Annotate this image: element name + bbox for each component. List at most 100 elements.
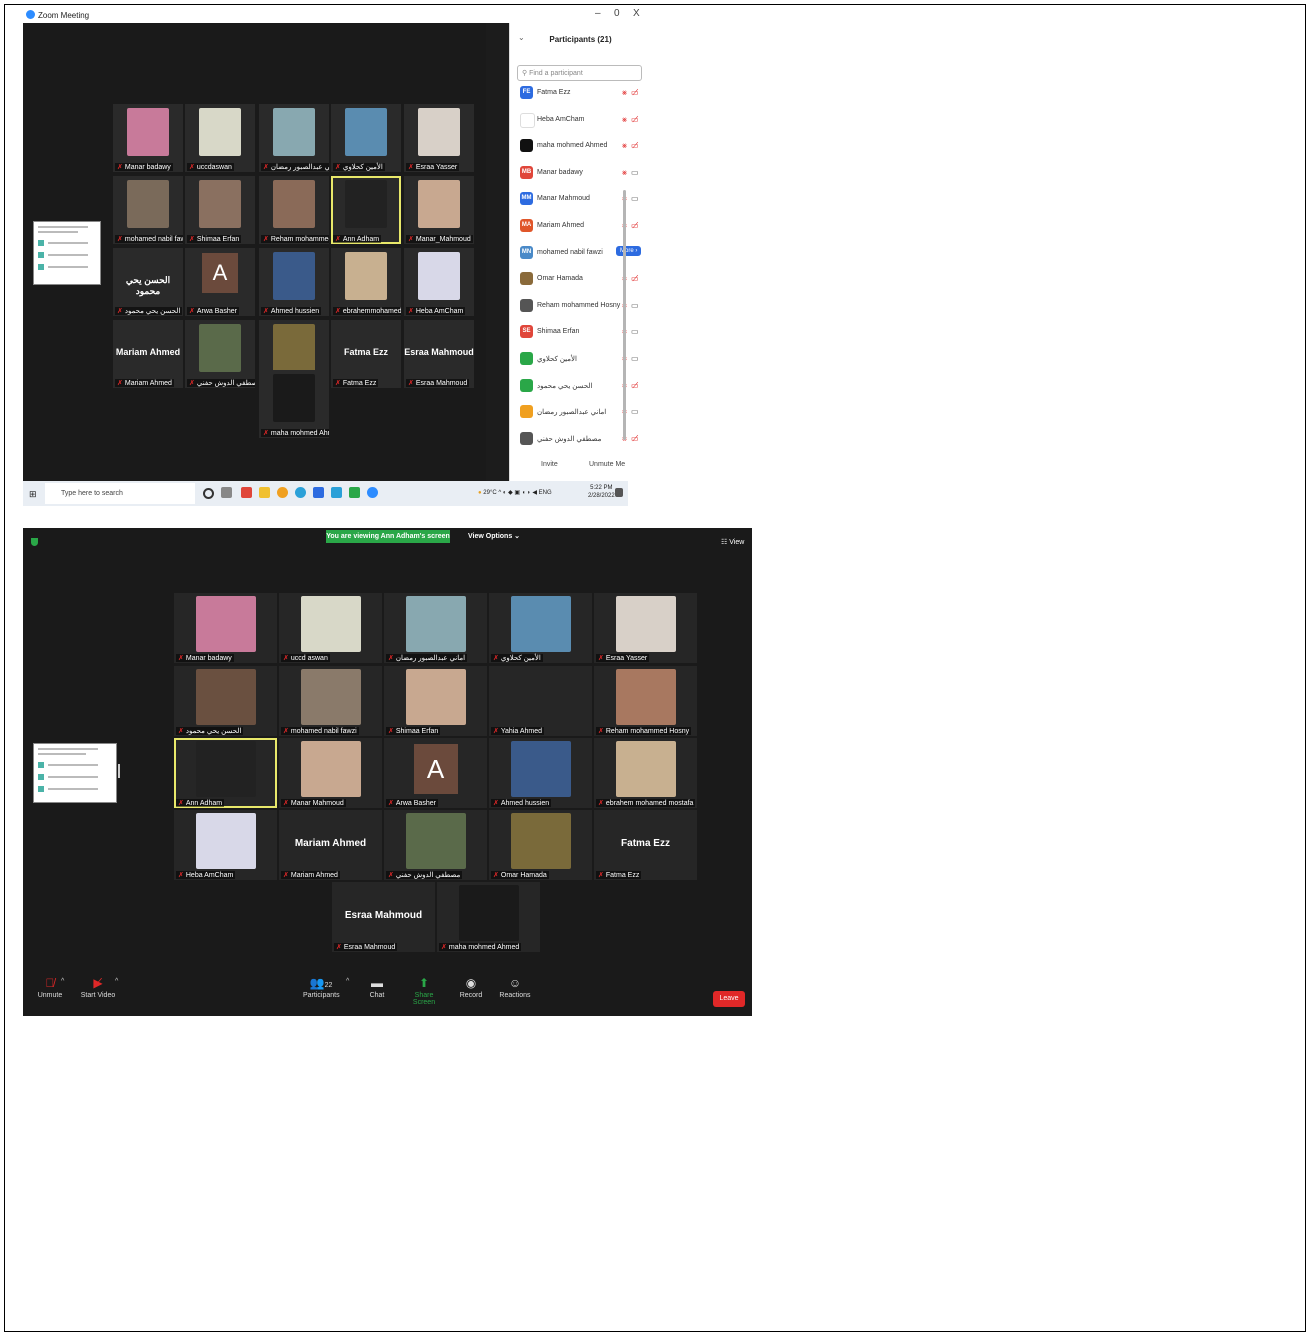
tile-name-label: ✗ الحسن يحي محمود xyxy=(176,727,244,735)
participant-row[interactable]: Heba AmCham ⨳ ▭̸ xyxy=(518,110,643,130)
participant-video xyxy=(273,180,315,228)
participant-row[interactable]: FE Fatma Ezz ⨳ ▭̸ xyxy=(518,83,643,103)
video-tile[interactable]: ✗اماني عبدالصبور رمضان xyxy=(384,593,487,663)
store-icon[interactable] xyxy=(313,487,324,498)
video-tile[interactable]: ✗ Esraa Yasser xyxy=(404,104,474,172)
security-shield-icon[interactable] xyxy=(31,538,38,546)
video-tile[interactable]: A ✗ Arwa Basher xyxy=(185,248,255,316)
video-tile[interactable]: ✗ Manar badawy xyxy=(174,593,277,663)
invite-button[interactable]: Invite xyxy=(541,461,558,468)
video-tile[interactable]: Mariam Ahmed ✗ Mariam Ahmed xyxy=(113,320,183,388)
video-tile[interactable]: Esraa Mahmoud ✗ Esraa Mahmoud xyxy=(404,320,474,388)
participant-video xyxy=(511,813,571,869)
tile-name: Mariam Ahmed xyxy=(290,872,338,879)
video-tile[interactable]: ✗ uccd aswan xyxy=(279,593,382,663)
video-tile[interactable]: ✗mohamed nabil fawzi xyxy=(279,666,382,736)
start-video-button[interactable]: ▶̸ Start Video xyxy=(79,974,117,999)
windows-start-icon[interactable]: ⊞ xyxy=(29,489,37,500)
chrome-icon[interactable] xyxy=(277,487,288,498)
video-options-chevron-icon[interactable]: ^ xyxy=(115,978,118,985)
tray-icons[interactable]: ^ ◐ ◆ ▣ ◖ ◗ ◀ xyxy=(498,490,537,496)
video-tile[interactable]: ✗Reham mohammed ... xyxy=(259,176,329,244)
cortana-icon[interactable] xyxy=(203,488,214,499)
video-tile[interactable]: ✗ Heba AmCham xyxy=(404,248,474,316)
maximize-button[interactable]: 0 xyxy=(614,8,620,19)
video-tile[interactable]: ✗ Manar badawy xyxy=(113,104,183,172)
video-tile[interactable]: ✗ ebrahem mohamed mostafa xyxy=(594,738,697,808)
video-tile[interactable]: ✗maha mohmed Ahmed xyxy=(437,882,540,952)
video-tile[interactable]: Esraa Mahmoud ✗ Esraa Mahmoud xyxy=(332,882,435,952)
muted-mic-icon: ✗ xyxy=(335,164,341,171)
office-icon[interactable] xyxy=(241,487,252,498)
video-tile[interactable]: ✗ مصطفي الدوش حفني xyxy=(384,810,487,880)
video-tile[interactable]: ✗ Manar Mahmoud xyxy=(279,738,382,808)
share-screen-button[interactable]: ⬆ Share Screen xyxy=(403,974,445,1006)
view-options-button[interactable]: View Options ⌄ xyxy=(468,532,520,540)
tile-name: Esraa Mahmoud xyxy=(415,380,468,387)
video-tile[interactable]: ✗Omar Hamada xyxy=(489,810,592,880)
video-tile[interactable]: ✗ Ahmed hussien xyxy=(489,738,592,808)
video-tile[interactable]: ✗اماني عبدالصبور رمضان xyxy=(259,104,329,172)
shared-screen-thumbnail[interactable] xyxy=(33,221,101,285)
video-tile[interactable]: ✗ Reham mohammed Hosny xyxy=(594,666,697,736)
muted-mic-icon: ✗ xyxy=(598,872,604,879)
tile-name: ebrahem mohamed mostafa xyxy=(605,800,694,807)
video-tile[interactable]: Fatma Ezz ✗ Fatma Ezz xyxy=(331,320,401,388)
video-tile[interactable]: ✗ Ahmed hussien xyxy=(259,248,329,316)
video-tile[interactable]: Mariam Ahmed ✗ Mariam Ahmed xyxy=(279,810,382,880)
close-button[interactable]: X xyxy=(633,8,640,19)
participants-button[interactable]: 👥22 Participants xyxy=(303,974,340,999)
video-tile[interactable]: ✗ Heba AmCham xyxy=(174,810,277,880)
taskbar-search-input[interactable]: Type here to search xyxy=(45,483,195,504)
video-tile[interactable]: ✗ Manar_Mahmoud xyxy=(404,176,474,244)
edge-icon[interactable] xyxy=(295,487,306,498)
video-tile[interactable]: ✗ Esraa Yasser xyxy=(594,593,697,663)
view-button[interactable]: ☷ View xyxy=(721,538,744,546)
shared-screen-thumbnail[interactable] xyxy=(33,743,117,803)
video-tile[interactable]: A ✗ Arwa Basher xyxy=(384,738,487,808)
video-tile[interactable]: ✗ الأمين كحلاوي xyxy=(489,593,592,663)
panel-scrollbar[interactable] xyxy=(623,190,626,440)
video-tile[interactable]: ✗ الحسن يحي محمود xyxy=(174,666,277,736)
muted-mic-icon: ✗ xyxy=(598,655,604,662)
participant-row[interactable]: MB Manar badawy ⨳ ▭ xyxy=(518,163,643,183)
notification-icon[interactable] xyxy=(615,488,623,497)
video-tile[interactable]: الحسن يحي محمود ✗ الحسن يحي محمود xyxy=(113,248,183,316)
record-button[interactable]: ◉ Record xyxy=(458,974,484,999)
video-tile[interactable]: ✗ Ann Adham xyxy=(331,176,401,244)
video-tile[interactable]: ✗ebrahemmohamed ... xyxy=(331,248,401,316)
audio-options-chevron-icon[interactable]: ^ xyxy=(61,978,64,985)
participants-chevron-icon[interactable]: ^ xyxy=(346,978,349,985)
video-tile[interactable]: ✗ الأمين كحلاوي xyxy=(331,104,401,172)
more-button[interactable]: More › xyxy=(616,245,642,256)
excel-icon[interactable] xyxy=(349,487,360,498)
mail-icon[interactable] xyxy=(331,487,342,498)
chat-button[interactable]: ▬ Chat xyxy=(366,974,388,999)
task-view-icon[interactable] xyxy=(221,487,232,498)
participant-search-input[interactable]: ⚲ Find a participant xyxy=(517,65,642,81)
video-tile[interactable]: ✗ Yahia Ahmed xyxy=(489,666,592,736)
zoom-taskbar-icon[interactable] xyxy=(367,487,378,498)
participant-row[interactable]: maha mohmed Ahmed ⨳ ▭̸ xyxy=(518,136,643,156)
video-off-icon: ▶̸ xyxy=(93,976,103,990)
start-video-label: Start Video xyxy=(80,992,116,999)
reactions-button[interactable]: ☺ Reactions xyxy=(497,974,533,999)
video-tile[interactable]: ✗ مصطفي الدوش حفني xyxy=(185,320,255,388)
tile-name: Yahia Ahmed xyxy=(500,728,542,735)
video-tile[interactable]: ✗ Shimaa Erfan xyxy=(384,666,487,736)
minimize-button[interactable]: – xyxy=(595,8,601,19)
language-indicator[interactable]: ENG xyxy=(539,490,552,496)
taskbar-clock[interactable]: 5:22 PM 2/28/2022 xyxy=(588,484,615,500)
participant-avatar xyxy=(520,139,533,153)
video-tile[interactable]: ✗ Ann Adham xyxy=(174,738,277,808)
unmute-me-button[interactable]: Unmute Me xyxy=(589,461,625,468)
video-tile[interactable]: ✗ uccdaswan xyxy=(185,104,255,172)
participant-video xyxy=(273,324,315,372)
file-explorer-icon[interactable] xyxy=(259,487,270,498)
video-tile[interactable]: ✗mohamed nabil fawzi xyxy=(113,176,183,244)
video-tile[interactable]: ✗maha mohmed Ahmed xyxy=(259,370,329,438)
video-tile[interactable]: ✗ Shimaa Erfan xyxy=(185,176,255,244)
leave-button[interactable]: Leave xyxy=(713,991,745,1007)
video-tile[interactable]: Fatma Ezz ✗ Fatma Ezz xyxy=(594,810,697,880)
resize-handle[interactable] xyxy=(118,764,120,778)
